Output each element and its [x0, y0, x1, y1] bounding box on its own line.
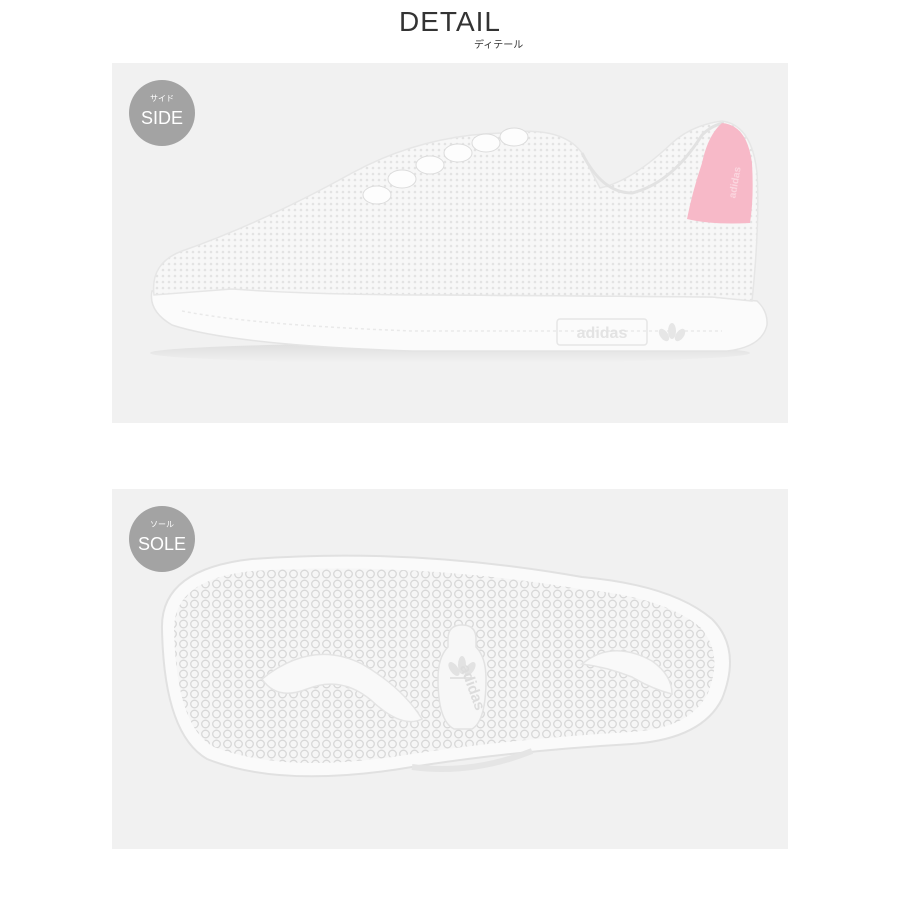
- side-view-panel: adidas adidas サイド SIDE: [112, 63, 788, 423]
- side-badge-label: SIDE: [140, 108, 183, 128]
- midsole-logo: adidas: [577, 325, 628, 342]
- side-badge: サイド SIDE: [129, 80, 195, 146]
- sneaker-side-image: adidas adidas: [150, 120, 768, 363]
- sole-badge-ja: ソール: [150, 520, 174, 529]
- sole-badge: ソール SOLE: [129, 506, 195, 572]
- side-badge-ja: サイド: [150, 94, 174, 103]
- page-title: DETAIL: [399, 6, 501, 37]
- page-header: DETAIL ディテール: [0, 0, 900, 58]
- sneaker-sole-image: adidas: [160, 554, 731, 778]
- sole-view-panel: adidas ソール SOLE: [112, 489, 788, 849]
- page-subtitle: ディテール: [474, 40, 524, 51]
- sole-badge-label: SOLE: [137, 534, 187, 554]
